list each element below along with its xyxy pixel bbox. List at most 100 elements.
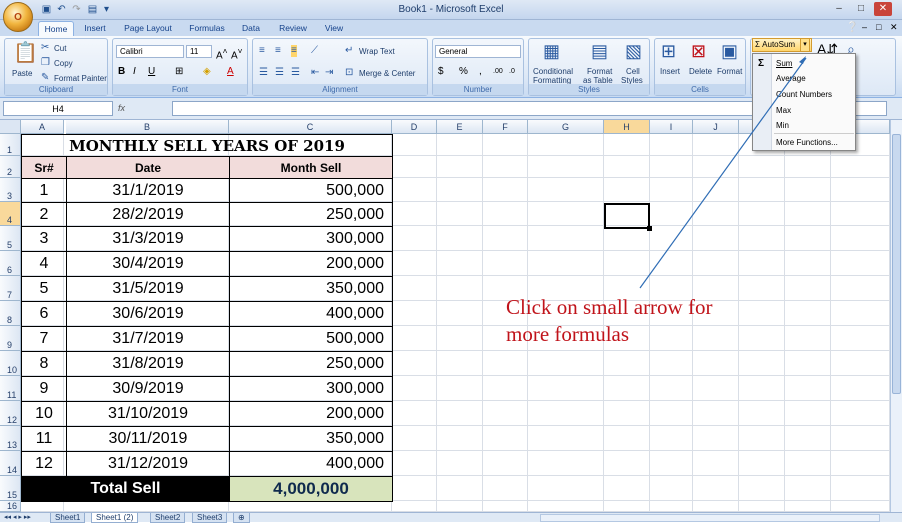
row-header-15[interactable]: 15 [0, 476, 21, 501]
row-header-1[interactable]: 1 [0, 134, 21, 156]
data-cell[interactable]: 31/10/2019 [66, 401, 230, 427]
align-bottom-icon[interactable]: ≡ [291, 45, 297, 57]
cell-styles-icon[interactable]: ▧ [625, 41, 642, 61]
selected-cell-h4[interactable] [604, 203, 650, 229]
tab-formulas[interactable]: Formulas [184, 21, 230, 36]
sheet-nav-icon[interactable]: ◂◂ ◂ ▸ ▸▸ [4, 513, 31, 521]
copy-button[interactable]: Copy [54, 59, 73, 68]
column-header-f[interactable]: F [483, 120, 528, 134]
fill-handle[interactable] [647, 226, 652, 231]
column-header-c[interactable]: C [229, 120, 392, 134]
row-header-6[interactable]: 6 [0, 251, 21, 276]
merge-center-button[interactable]: Merge & Center [359, 69, 415, 78]
copy-icon[interactable]: ❐ [41, 57, 50, 69]
data-cell[interactable]: 250,000 [229, 202, 393, 227]
align-right-icon[interactable]: ☰ [291, 67, 300, 79]
menu-item-max[interactable]: Max [776, 106, 791, 115]
data-cell[interactable]: 350,000 [229, 426, 393, 452]
data-cell[interactable]: 31/5/2019 [66, 276, 230, 302]
row-header-2[interactable]: 2 [0, 156, 21, 178]
row-header-12[interactable]: 12 [0, 401, 21, 426]
total-value-cell[interactable]: 4,000,000 [229, 476, 393, 502]
column-header-e[interactable]: E [437, 120, 483, 134]
column-header-h[interactable]: H [604, 120, 650, 134]
data-cell[interactable]: 10 [21, 401, 67, 427]
format-cells-button[interactable]: Format [717, 67, 742, 76]
data-cell[interactable]: 500,000 [229, 326, 393, 352]
data-cell[interactable]: 28/2/2019 [66, 202, 230, 227]
sheet-title-cell[interactable]: MONTHLY SELL YEARS OF 2019 [21, 134, 393, 157]
data-cell[interactable]: 200,000 [229, 401, 393, 427]
menu-item-average[interactable]: Average [776, 74, 806, 83]
decrease-indent-icon[interactable]: ⇤ [311, 67, 319, 79]
bold-button[interactable]: B [118, 66, 125, 78]
data-cell[interactable]: 11 [21, 426, 67, 452]
grow-font-icon[interactable]: A˄ [216, 45, 228, 62]
row-header-14[interactable]: 14 [0, 451, 21, 476]
data-cell[interactable]: 7 [21, 326, 67, 352]
row-header-11[interactable]: 11 [0, 376, 21, 401]
align-middle-icon[interactable]: ≡ [275, 45, 281, 57]
data-cell[interactable]: 3 [21, 226, 67, 252]
borders-icon[interactable]: ⊞ [175, 66, 183, 78]
tab-review[interactable]: Review [274, 21, 312, 36]
italic-button[interactable]: I [133, 66, 136, 78]
font-size-select[interactable]: 11 [186, 45, 212, 58]
minimize-icon[interactable]: – [830, 2, 848, 16]
paste-button[interactable]: Paste [12, 69, 32, 78]
ribbon-restore-icon[interactable]: □ [876, 22, 881, 32]
format-painter-button[interactable]: Format Painter [54, 74, 107, 83]
data-cell[interactable]: 200,000 [229, 251, 393, 277]
row-header-16[interactable]: 16 [0, 501, 21, 512]
row-header-3[interactable]: 3 [0, 178, 21, 202]
orientation-icon[interactable]: ⟋ [311, 45, 318, 57]
tab-home[interactable]: Home [38, 21, 74, 36]
data-cell[interactable]: 400,000 [229, 301, 393, 327]
scroll-thumb[interactable] [892, 134, 901, 394]
data-cell[interactable]: 1 [21, 178, 67, 203]
menu-item-more-functions[interactable]: More Functions... [776, 138, 838, 147]
data-cell[interactable]: 5 [21, 276, 67, 302]
data-cell[interactable]: 350,000 [229, 276, 393, 302]
column-header-a[interactable]: A [21, 120, 64, 134]
column-header-d[interactable]: D [392, 120, 437, 134]
comma-style-icon[interactable]: , [479, 66, 482, 78]
decrease-decimal-icon[interactable]: .0 [509, 66, 515, 78]
menu-item-min[interactable]: Min [776, 121, 789, 130]
wrap-text-button[interactable]: Wrap Text [359, 47, 395, 56]
data-cell[interactable]: 31/12/2019 [66, 451, 230, 477]
format-as-table-icon[interactable]: ▤ [591, 41, 608, 61]
data-cell[interactable]: 30/4/2019 [66, 251, 230, 277]
data-cell[interactable]: 250,000 [229, 351, 393, 377]
column-header-i[interactable]: I [650, 120, 693, 134]
column-header-g[interactable]: G [528, 120, 604, 134]
percent-button[interactable]: % [459, 66, 468, 78]
data-cell[interactable]: 2 [21, 202, 67, 227]
data-cell[interactable]: 9 [21, 376, 67, 402]
format-as-table-button[interactable]: Format [587, 67, 612, 76]
conditional-formatting-button[interactable]: Conditional [533, 67, 573, 76]
worksheet-grid[interactable]: ABCDEFGHIJ 1 2 3 4 5 6 7 8 9 10 11 12 13 14 15 16 MONTH… [0, 120, 890, 512]
row-header-8[interactable]: 8 [0, 301, 21, 326]
column-header-j[interactable]: J [693, 120, 739, 134]
menu-item-sum[interactable]: Sum [776, 59, 792, 68]
format-cells-icon[interactable]: ▣ [721, 41, 738, 61]
increase-decimal-icon[interactable]: .00 [493, 66, 503, 78]
wrap-text-icon[interactable]: ↵ [345, 45, 353, 57]
data-cell[interactable]: 30/11/2019 [66, 426, 230, 452]
format-painter-icon[interactable]: ✎ [41, 72, 49, 84]
paste-icon[interactable]: 📋 [13, 41, 38, 65]
horizontal-scrollbar[interactable] [540, 514, 880, 522]
align-center-icon[interactable]: ☰ [275, 67, 284, 79]
font-name-select[interactable]: Calibri [116, 45, 184, 58]
shrink-font-icon[interactable]: A˅ [231, 45, 243, 62]
data-cell[interactable]: 6 [21, 301, 67, 327]
row-header-13[interactable]: 13 [0, 426, 21, 451]
merge-center-icon[interactable]: ⊡ [345, 67, 353, 79]
insert-cells-button[interactable]: Insert [660, 67, 680, 76]
insert-function-icon[interactable]: fx [118, 103, 125, 113]
data-cell[interactable]: 31/8/2019 [66, 351, 230, 377]
delete-cells-icon[interactable]: ⊠ [691, 41, 706, 61]
name-box[interactable]: H4 [3, 101, 113, 116]
increase-indent-icon[interactable]: ⇥ [325, 67, 333, 79]
